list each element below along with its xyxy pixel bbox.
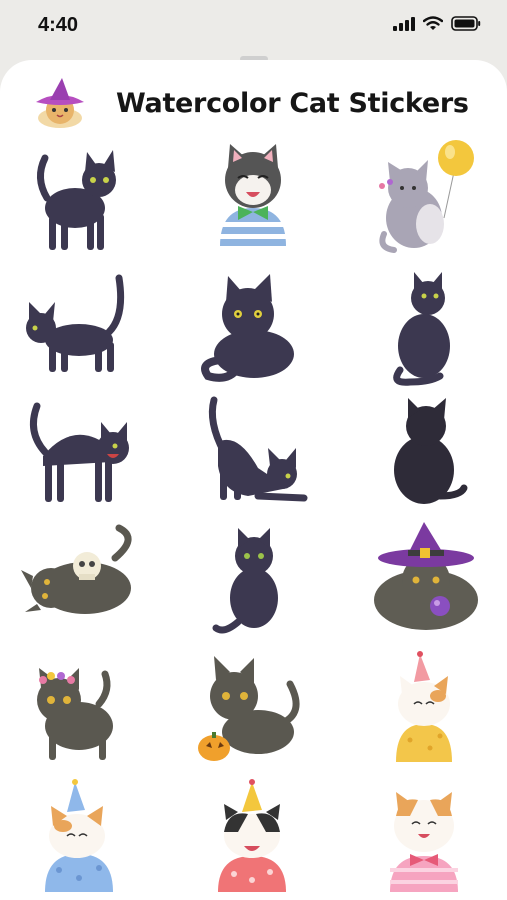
sticker-cell[interactable]	[360, 644, 490, 769]
page-title: Watercolor Cat Stickers	[116, 88, 469, 119]
sticker-cell[interactable]	[15, 518, 145, 643]
sticker-cell[interactable]	[188, 644, 318, 769]
sticker-cell[interactable]	[360, 266, 490, 391]
tuxedo-cat-party-hat-red-sticker	[218, 779, 286, 892]
black-cat-loaf-sticker	[201, 274, 294, 382]
black-cat-walking-sticker	[26, 274, 125, 372]
black-cat-stretching-sticker	[208, 396, 308, 502]
black-cat-back-view-sticker	[394, 398, 468, 504]
sticker-cell[interactable]	[15, 644, 145, 769]
sticker-cell[interactable]	[360, 392, 490, 517]
cellular-signal-icon	[393, 16, 415, 31]
black-cat-standing-sticker	[37, 150, 116, 250]
sticker-cell[interactable]	[360, 138, 490, 263]
grey-cat-balloon-sticker	[379, 140, 474, 253]
black-cat-arched-sticker	[29, 402, 129, 502]
black-cat-sitting-front-sticker	[212, 528, 278, 634]
grey-cat-witch-hat-sticker	[374, 522, 478, 630]
sticker-cell[interactable]	[360, 770, 490, 895]
calico-cat-party-hat-yellow-sticker	[396, 651, 452, 762]
sticker-cell[interactable]	[15, 770, 145, 895]
sticker-cell[interactable]	[188, 770, 318, 895]
sticker-pack-sheet: Watercolor Cat Stickers	[0, 60, 507, 900]
tuxedo-cat-bowtie-sticker	[220, 144, 286, 246]
status-bar: 4:40	[0, 0, 507, 56]
black-cat-sitting-side-sticker	[393, 272, 450, 386]
grey-cat-pumpkin-sticker	[198, 656, 300, 761]
sticker-grid	[0, 138, 507, 900]
sticker-cell[interactable]	[15, 138, 145, 263]
grey-cat-flower-crown-sticker	[37, 668, 113, 760]
orange-cat-bow-pink-sticker	[390, 792, 458, 892]
sticker-cell[interactable]	[188, 266, 318, 391]
sticker-cell[interactable]	[188, 518, 318, 643]
status-icons	[393, 16, 481, 31]
calico-cat-party-hat-blue-sticker	[45, 779, 113, 892]
grey-cat-skull-sticker	[21, 524, 132, 614]
battery-icon	[451, 16, 481, 31]
header: Watercolor Cat Stickers	[0, 60, 507, 140]
sticker-cell[interactable]	[188, 138, 318, 263]
status-time: 4:40	[38, 14, 79, 36]
sticker-cell[interactable]	[15, 392, 145, 517]
sticker-cell[interactable]	[360, 518, 490, 643]
wifi-icon	[423, 16, 443, 30]
app-icon	[30, 78, 90, 130]
sticker-cell[interactable]	[15, 266, 145, 391]
sticker-cell[interactable]	[188, 392, 318, 517]
